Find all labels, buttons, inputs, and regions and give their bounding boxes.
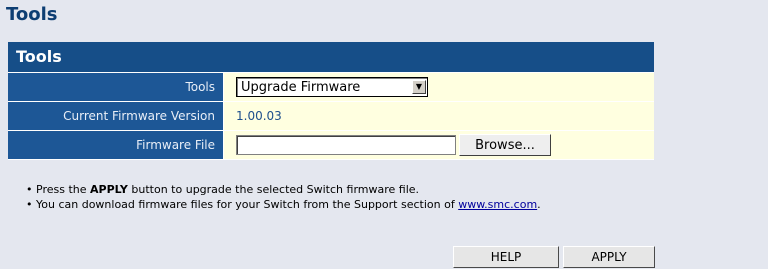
firmware-file-input[interactable] bbox=[236, 135, 456, 155]
notes-list: • Press the APPLY button to upgrade the … bbox=[26, 182, 541, 212]
tools-select-value: Upgrade Firmware bbox=[241, 79, 361, 95]
note-text: You can download firmware files for your… bbox=[36, 198, 541, 211]
page-title: Tools bbox=[6, 4, 58, 25]
chevron-down-icon[interactable]: ▼ bbox=[412, 80, 426, 94]
apply-button[interactable]: APPLY bbox=[563, 246, 655, 268]
firmware-version-label: Current Firmware Version bbox=[8, 102, 224, 130]
tools-select[interactable]: Upgrade Firmware ▼ bbox=[236, 77, 428, 97]
tools-value-cell: Upgrade Firmware ▼ bbox=[224, 73, 654, 101]
note-bold: APPLY bbox=[90, 183, 128, 196]
help-button[interactable]: HELP bbox=[453, 246, 559, 268]
browse-button[interactable]: Browse... bbox=[459, 134, 551, 156]
smc-link[interactable]: www.smc.com bbox=[458, 198, 537, 211]
firmware-file-cell: Browse... bbox=[224, 131, 654, 159]
tools-row: Tools Upgrade Firmware ▼ bbox=[8, 73, 654, 102]
tools-panel: Tools Tools Upgrade Firmware ▼ Current F… bbox=[8, 42, 654, 160]
tools-label: Tools bbox=[8, 73, 224, 101]
bullet-icon: • bbox=[26, 198, 33, 211]
bullet-icon: • bbox=[26, 183, 33, 196]
firmware-version-row: Current Firmware Version 1.00.03 bbox=[8, 102, 654, 131]
list-item: • Press the APPLY button to upgrade the … bbox=[26, 182, 541, 197]
note-text: Press the APPLY button to upgrade the se… bbox=[36, 183, 420, 196]
firmware-file-row: Firmware File Browse... bbox=[8, 131, 654, 160]
firmware-version-value: 1.00.03 bbox=[236, 109, 282, 123]
firmware-file-label: Firmware File bbox=[8, 131, 224, 159]
panel-header: Tools bbox=[8, 42, 654, 73]
firmware-version-cell: 1.00.03 bbox=[224, 102, 654, 130]
list-item: • You can download firmware files for yo… bbox=[26, 197, 541, 212]
